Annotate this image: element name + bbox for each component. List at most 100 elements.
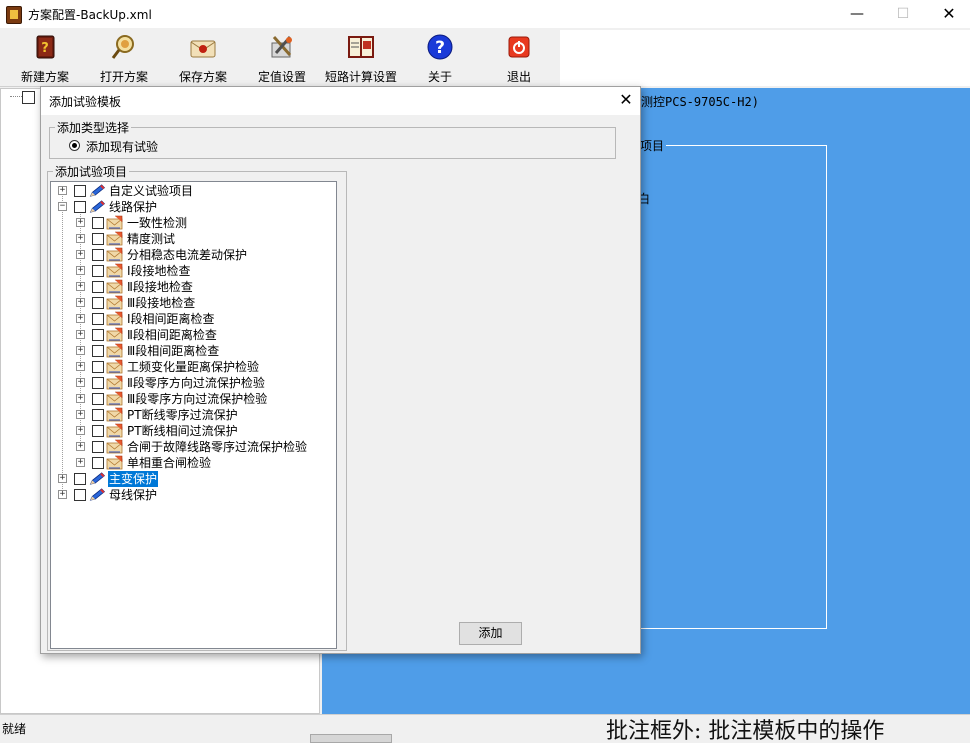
tree-expander-icon[interactable]: + bbox=[76, 362, 85, 371]
tree-item-checkbox[interactable] bbox=[92, 313, 104, 325]
tree-item[interactable]: − 线路保护 bbox=[51, 199, 336, 215]
tree-item-label: Ⅲ段零序方向过流保护检验 bbox=[127, 392, 268, 406]
tree-item[interactable]: + 单相重合闸检验 bbox=[51, 455, 336, 471]
tree-expander-icon[interactable]: + bbox=[76, 378, 85, 387]
tree-item-checkbox[interactable] bbox=[92, 281, 104, 293]
tree-item-checkbox[interactable] bbox=[74, 473, 86, 485]
tree-root-checkbox[interactable] bbox=[22, 91, 35, 104]
tree-item[interactable]: + PT断线相间过流保护 bbox=[51, 423, 336, 439]
test-item-icon bbox=[106, 423, 123, 438]
tree-item-checkbox[interactable] bbox=[92, 297, 104, 309]
tree-item-checkbox[interactable] bbox=[74, 185, 86, 197]
open-scheme-magnifier-icon bbox=[111, 35, 134, 59]
pencil-icon bbox=[89, 184, 106, 197]
tree-item[interactable]: + 工频变化量距离保护检验 bbox=[51, 359, 336, 375]
tree-item-checkbox[interactable] bbox=[92, 265, 104, 277]
tree-expander-icon[interactable]: + bbox=[76, 442, 85, 451]
new-scheme-book-icon: ? bbox=[36, 35, 55, 59]
setting-values-button[interactable]: 定值设置 bbox=[242, 30, 322, 86]
new-scheme-label: 新建方案 bbox=[20, 70, 69, 84]
tree-item[interactable]: + 合闸于故障线路零序过流保护检验 bbox=[51, 439, 336, 455]
tree-expander-icon[interactable]: + bbox=[58, 474, 67, 483]
dialog-close-button[interactable]: ✕ bbox=[614, 88, 638, 112]
tree-item-label: 单相重合闸检验 bbox=[127, 456, 212, 470]
tree-expander-icon[interactable]: + bbox=[76, 458, 85, 467]
tree-root-connector bbox=[10, 96, 22, 97]
tree-item[interactable]: + Ⅰ段接地检查 bbox=[51, 263, 336, 279]
tree-expander-icon[interactable]: + bbox=[76, 266, 85, 275]
test-item-icon bbox=[106, 215, 123, 230]
tree-item-checkbox[interactable] bbox=[92, 345, 104, 357]
tree-expander-icon[interactable]: + bbox=[76, 426, 85, 435]
tree-item-checkbox[interactable] bbox=[92, 217, 104, 229]
about-button[interactable]: ? 关于 bbox=[400, 30, 480, 86]
maximize-button[interactable]: ☐ bbox=[880, 0, 926, 28]
tree-item[interactable]: + 一致性检测 bbox=[51, 215, 336, 231]
tree-expander-icon[interactable]: + bbox=[76, 330, 85, 339]
tree-item[interactable]: + 自定义试验项目 bbox=[51, 183, 336, 199]
tree-item-checkbox[interactable] bbox=[92, 329, 104, 341]
test-item-icon bbox=[106, 407, 123, 422]
tree-item[interactable]: + Ⅲ段接地检查 bbox=[51, 295, 336, 311]
tree-item[interactable]: + 主变保护 bbox=[51, 471, 336, 487]
test-item-icon bbox=[106, 231, 123, 246]
minimize-button[interactable]: — bbox=[834, 0, 880, 28]
tree-item-checkbox[interactable] bbox=[74, 489, 86, 501]
tree-item-label: 母线保护 bbox=[109, 488, 158, 502]
tree-item[interactable]: + Ⅲ段相间距离检查 bbox=[51, 343, 336, 359]
dialog-title: 添加试验模板 bbox=[49, 95, 122, 109]
tree-expander-icon[interactable]: + bbox=[76, 346, 85, 355]
tree-item-checkbox[interactable] bbox=[92, 249, 104, 261]
tree-item-label: 线路保护 bbox=[109, 200, 158, 214]
tree-item[interactable]: + Ⅱ段零序方向过流保护检验 bbox=[51, 375, 336, 391]
tree-item-checkbox[interactable] bbox=[92, 233, 104, 245]
short-circuit-settings-button[interactable]: 短路计算设置 bbox=[321, 30, 401, 86]
tree-item-checkbox[interactable] bbox=[92, 441, 104, 453]
add-existing-test-label[interactable]: 添加现有试验 bbox=[86, 138, 158, 155]
tree-expander-icon[interactable]: + bbox=[76, 250, 85, 259]
save-scheme-button[interactable]: 保存方案 bbox=[163, 30, 243, 86]
add-test-items-group-label: 添加试验项目 bbox=[53, 163, 130, 180]
tree-expander-icon[interactable]: + bbox=[58, 490, 67, 499]
pencil-icon bbox=[89, 200, 106, 213]
tree-item-checkbox[interactable] bbox=[74, 201, 86, 213]
add-existing-test-radio[interactable] bbox=[69, 140, 80, 151]
new-scheme-button[interactable]: ? 新建方案 bbox=[5, 30, 85, 86]
tree-item-checkbox[interactable] bbox=[92, 425, 104, 437]
test-items-tree[interactable]: + 自定义试验项目 − 线路保护 + 一致性检测 + 精度测试 + 分相稳态电流差动保护 + Ⅰ段接地… bbox=[50, 181, 337, 649]
tree-expander-icon[interactable]: − bbox=[58, 202, 67, 211]
open-scheme-button[interactable]: 打开方案 bbox=[84, 30, 164, 86]
tree-item-label: PT断线零序过流保护 bbox=[127, 408, 238, 422]
setting-values-tools-icon bbox=[271, 36, 292, 58]
tree-item-checkbox[interactable] bbox=[92, 409, 104, 421]
tree-item-checkbox[interactable] bbox=[92, 377, 104, 389]
tree-expander-icon[interactable]: + bbox=[76, 410, 85, 419]
tree-item[interactable]: + Ⅰ段相间距离检查 bbox=[51, 311, 336, 327]
tree-item[interactable]: + 分相稳态电流差动保护 bbox=[51, 247, 336, 263]
status-scroll-thumb[interactable] bbox=[310, 734, 392, 743]
tree-item-checkbox[interactable] bbox=[92, 361, 104, 373]
tree-item-label: 一致性检测 bbox=[127, 216, 188, 230]
tree-expander-icon[interactable]: + bbox=[76, 394, 85, 403]
tree-item[interactable]: + PT断线零序过流保护 bbox=[51, 407, 336, 423]
toolbar-empty-area bbox=[560, 30, 970, 86]
tree-item[interactable]: + Ⅱ段相间距离检查 bbox=[51, 327, 336, 343]
tree-item-checkbox[interactable] bbox=[92, 457, 104, 469]
exit-button[interactable]: 退出 bbox=[479, 30, 559, 86]
tree-expander-icon[interactable]: + bbox=[76, 218, 85, 227]
tree-item-label: 工频变化量距离保护检验 bbox=[127, 360, 260, 374]
about-label: 关于 bbox=[427, 70, 452, 84]
tree-expander-icon[interactable]: + bbox=[76, 282, 85, 291]
tree-item-checkbox[interactable] bbox=[92, 393, 104, 405]
tree-item[interactable]: + Ⅱ段接地检查 bbox=[51, 279, 336, 295]
tree-item[interactable]: + 母线保护 bbox=[51, 487, 336, 503]
tree-expander-icon[interactable]: + bbox=[58, 186, 67, 195]
add-button[interactable]: 添加 bbox=[459, 622, 522, 645]
close-window-button[interactable]: ✕ bbox=[926, 0, 970, 28]
svg-text:?: ? bbox=[41, 41, 49, 56]
tree-expander-icon[interactable]: + bbox=[76, 314, 85, 323]
tree-item[interactable]: + Ⅲ段零序方向过流保护检验 bbox=[51, 391, 336, 407]
tree-expander-icon[interactable]: + bbox=[76, 298, 85, 307]
tree-item[interactable]: + 精度测试 bbox=[51, 231, 336, 247]
tree-expander-icon[interactable]: + bbox=[76, 234, 85, 243]
